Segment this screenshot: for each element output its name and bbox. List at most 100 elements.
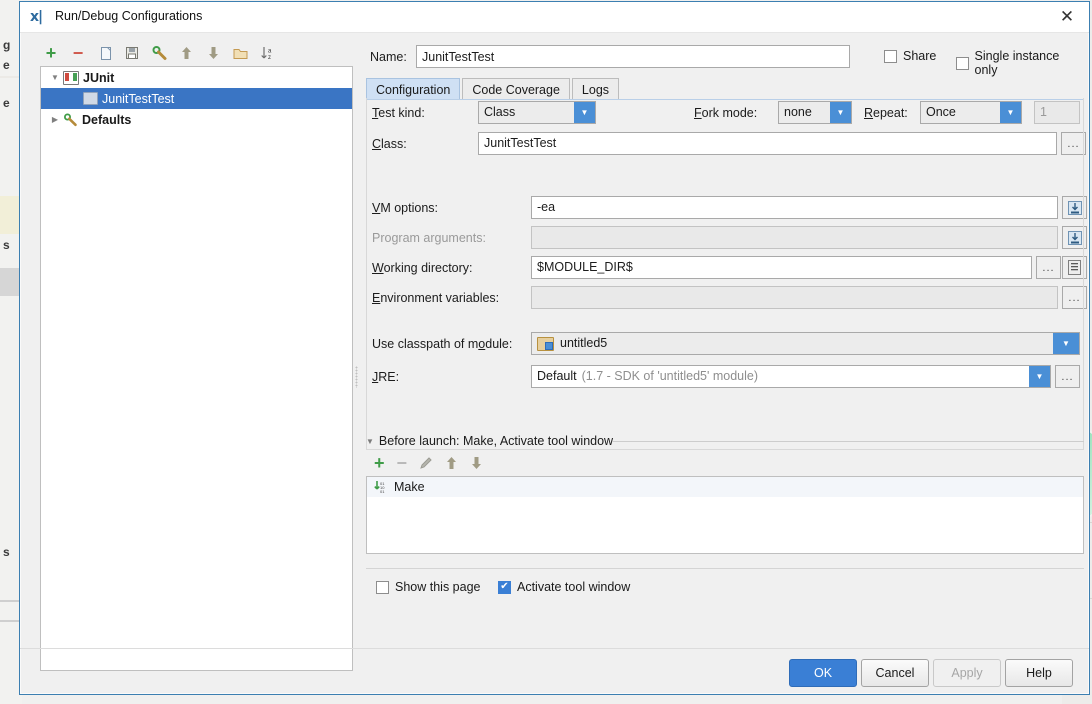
copy-configuration-button[interactable]	[94, 42, 116, 64]
class-label: Class:	[372, 137, 407, 151]
move-down-button[interactable]	[202, 42, 224, 64]
edit-task-button[interactable]	[419, 456, 433, 470]
before-launch-label: Before launch: Make, Activate tool windo…	[378, 434, 614, 448]
before-launch-title[interactable]: ▼ Before launch: Make, Activate tool win…	[366, 434, 613, 448]
environment-variables-input[interactable]	[531, 286, 1058, 309]
tree-item-junit[interactable]: ▼ JUnit	[41, 67, 352, 88]
jre-browse-button[interactable]: ...	[1055, 365, 1080, 388]
working-directory-browse-button[interactable]: ...	[1036, 256, 1061, 279]
before-launch-separator	[612, 441, 1084, 442]
tab-configuration[interactable]: Configuration	[366, 78, 461, 100]
use-classpath-of-module-value: untitled5	[560, 336, 608, 350]
working-directory-macro-button[interactable]	[1062, 256, 1087, 279]
add-configuration-button[interactable]: +	[40, 42, 62, 64]
ok-button[interactable]: OK	[789, 659, 857, 687]
test-kind-value: Class	[484, 105, 516, 119]
before-launch-task-label: Make	[394, 480, 425, 494]
background-glyph: s	[3, 545, 10, 559]
jre-value-wrap: Default (1.7 - SDK of 'untitled5' module…	[532, 366, 1029, 387]
tree-item-defaults[interactable]: ▶ Defaults	[41, 109, 352, 130]
chevron-down-icon[interactable]: ▼	[1053, 333, 1079, 354]
chevron-down-icon[interactable]: ▼	[47, 73, 63, 82]
share-label: Share	[903, 49, 937, 63]
run-debug-configurations-dialog: x| Run/Debug Configurations ✕ + − a z ▼ …	[19, 1, 1090, 695]
jre-label: JRE:	[372, 370, 400, 384]
checkbox-box[interactable]: ✔	[498, 580, 511, 594]
cancel-button[interactable]: Cancel	[861, 659, 929, 687]
task-move-down-button[interactable]	[470, 456, 483, 470]
background-divider	[0, 76, 20, 78]
chevron-down-icon[interactable]: ▼	[830, 102, 851, 123]
panel-splitter[interactable]	[354, 66, 360, 671]
checkbox-box[interactable]	[956, 56, 969, 70]
before-launch-task-item[interactable]: 01 10 01 Make	[367, 477, 1083, 497]
environment-variables-browse-button[interactable]: ...	[1062, 286, 1087, 309]
new-folder-button[interactable]	[229, 42, 251, 64]
program-arguments-expand-button[interactable]	[1062, 226, 1087, 249]
background-block	[0, 196, 20, 234]
dialog-body: + − az ▼ JUnit JunitTestTest ▶ Defaults …	[20, 32, 1089, 694]
name-input[interactable]	[416, 45, 850, 68]
repeat-combo[interactable]: Once ▼	[920, 101, 1022, 124]
test-kind-label: Test kind:	[372, 106, 425, 120]
before-launch-bottom-separator	[366, 568, 1084, 569]
background-glyph: g	[3, 38, 11, 52]
show-this-page-label: Show this page	[395, 580, 481, 594]
edit-configuration-defaults-button[interactable]	[148, 42, 170, 64]
activate-tool-window-checkbox[interactable]: ✔ Activate tool window	[498, 580, 630, 594]
share-checkbox[interactable]: Share	[884, 49, 936, 63]
working-directory-input[interactable]: $MODULE_DIR$	[531, 256, 1032, 279]
jre-hint: (1.7 - SDK of 'untitled5' module)	[581, 369, 758, 383]
chevron-right-icon[interactable]: ▶	[47, 115, 63, 124]
task-move-up-button[interactable]	[445, 456, 458, 470]
tab-code-coverage[interactable]: Code Coverage	[462, 78, 570, 100]
background-divider	[0, 600, 20, 602]
repeat-count-input[interactable]: 1	[1034, 101, 1080, 124]
checkbox-box[interactable]	[884, 49, 897, 63]
remove-configuration-button[interactable]: −	[67, 42, 89, 64]
name-label: Name:	[370, 50, 407, 64]
intellij-junit-icon: x|	[30, 9, 43, 25]
help-button[interactable]: Help	[1005, 659, 1073, 687]
module-value-wrap: untitled5	[532, 333, 1053, 354]
single-instance-only-label: Single instance only	[974, 49, 1060, 77]
single-instance-only-checkbox[interactable]: Single instance only	[956, 49, 1081, 77]
chevron-down-icon[interactable]: ▼	[1000, 102, 1021, 123]
environment-variables-label: Environment variables:	[372, 291, 500, 305]
test-kind-combo[interactable]: Class ▼	[478, 101, 596, 124]
tree-item-junittesttest[interactable]: JunitTestTest	[41, 88, 352, 109]
dialog-title: Run/Debug Configurations	[55, 9, 203, 23]
vm-options-expand-button[interactable]	[1062, 196, 1087, 219]
chevron-down-icon[interactable]: ▼	[366, 437, 374, 446]
chevron-down-icon[interactable]: ▼	[1029, 366, 1050, 387]
tab-underline	[366, 99, 1084, 100]
class-browse-button[interactable]: ...	[1061, 132, 1086, 155]
fork-mode-combo[interactable]: none ▼	[778, 101, 852, 124]
splitter-handle[interactable]	[355, 366, 358, 388]
configurations-tree[interactable]: ▼ JUnit JunitTestTest ▶ Defaults	[40, 66, 353, 671]
tree-item-label: JUnit	[83, 70, 115, 85]
use-classpath-of-module-label: Use classpath of module:	[372, 337, 513, 351]
svg-text:01: 01	[380, 489, 385, 494]
move-up-button[interactable]	[175, 42, 197, 64]
use-classpath-of-module-combo[interactable]: untitled5 ▼	[531, 332, 1080, 355]
tab-logs[interactable]: Logs	[571, 78, 620, 100]
show-this-page-checkbox[interactable]: Show this page	[376, 580, 480, 594]
program-arguments-input[interactable]	[531, 226, 1058, 249]
remove-task-button[interactable]: −	[397, 454, 408, 472]
checkbox-box[interactable]	[376, 580, 389, 594]
sort-alphabetically-button[interactable]: az	[256, 42, 278, 64]
jre-combo[interactable]: Default (1.7 - SDK of 'untitled5' module…	[531, 365, 1051, 388]
background-glyph: e	[3, 96, 10, 110]
module-icon	[537, 336, 554, 351]
class-icon	[83, 92, 98, 105]
class-input[interactable]: JunitTestTest	[478, 132, 1057, 155]
activate-tool-window-label: Activate tool window	[517, 580, 631, 594]
close-icon[interactable]: ✕	[1045, 2, 1089, 31]
chevron-down-icon[interactable]: ▼	[574, 102, 595, 123]
save-configuration-button[interactable]	[121, 42, 143, 64]
tree-item-label: JunitTestTest	[102, 91, 175, 106]
before-launch-task-list[interactable]: 01 10 01 Make	[366, 476, 1084, 554]
add-task-button[interactable]: +	[374, 454, 385, 472]
vm-options-input[interactable]: -ea	[531, 196, 1058, 219]
